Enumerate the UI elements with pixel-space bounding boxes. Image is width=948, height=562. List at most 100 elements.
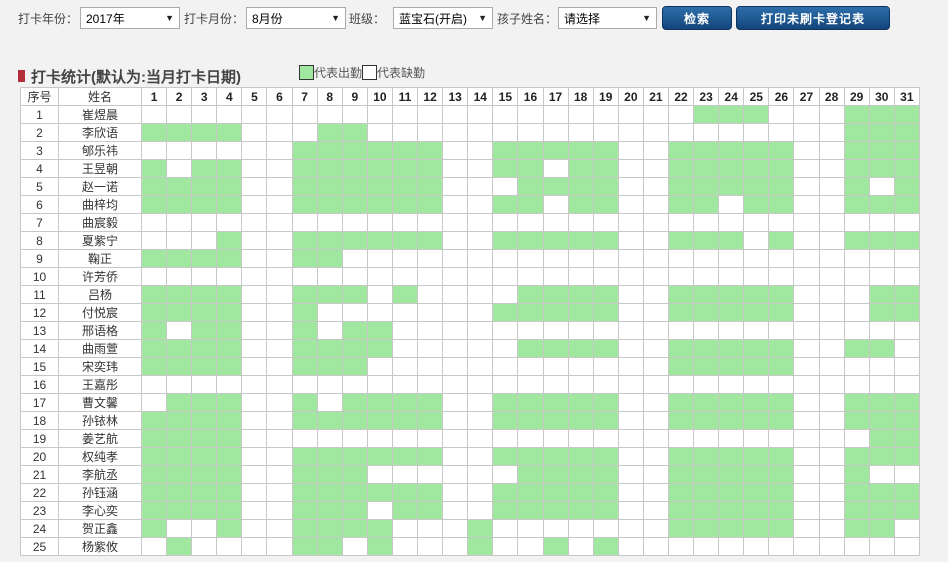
attendance-cell-absent bbox=[617, 357, 644, 376]
attendance-cell-present bbox=[592, 393, 619, 412]
attendance-cell-absent bbox=[241, 123, 268, 142]
attendance-cell-absent bbox=[793, 267, 820, 286]
attendance-cell-present bbox=[542, 465, 569, 484]
attendance-cell-absent bbox=[191, 231, 218, 250]
attendance-cell-present bbox=[868, 519, 895, 538]
attendance-cell-present bbox=[592, 447, 619, 466]
attendance-cell-absent bbox=[818, 375, 845, 394]
student-name: 吕杨 bbox=[58, 285, 142, 304]
attendance-cell-present bbox=[492, 303, 519, 322]
attendance-cell-absent bbox=[718, 267, 745, 286]
attendance-cell-present bbox=[216, 123, 243, 142]
attendance-cell-absent bbox=[743, 231, 770, 250]
month-select[interactable]: 8月份 ▼ bbox=[246, 7, 346, 29]
table-row: 19 姜艺航 bbox=[20, 429, 920, 448]
row-seq: 12 bbox=[20, 303, 59, 322]
student-name: 曲宸毅 bbox=[58, 213, 142, 232]
attendance-cell-absent bbox=[793, 321, 820, 340]
attendance-cell-present bbox=[667, 159, 695, 178]
attendance-cell-present bbox=[517, 285, 544, 304]
attendance-cell-present bbox=[718, 177, 745, 196]
attendance-cell-absent bbox=[241, 339, 268, 358]
attendance-cell-present bbox=[216, 411, 243, 430]
attendance-cell-present bbox=[768, 303, 795, 322]
attendance-cell-present bbox=[316, 285, 343, 304]
attendance-cell-absent bbox=[391, 465, 419, 484]
attendance-cell-present bbox=[166, 123, 193, 142]
year-select[interactable]: 2017年 ▼ bbox=[80, 7, 180, 29]
attendance-cell-present bbox=[893, 285, 920, 304]
attendance-cell-present bbox=[893, 411, 920, 430]
attendance-cell-present bbox=[417, 411, 444, 430]
attendance-cell-absent bbox=[542, 357, 569, 376]
attendance-cell-absent bbox=[391, 321, 419, 340]
attendance-cell-present bbox=[316, 519, 343, 538]
attendance-cell-present bbox=[768, 501, 795, 520]
attendance-cell-absent bbox=[216, 537, 243, 556]
table-row: 8 夏紫宁 bbox=[20, 231, 920, 250]
attendance-cell-present bbox=[843, 393, 870, 412]
attendance-cell-absent bbox=[241, 357, 268, 376]
chevron-down-icon: ▼ bbox=[165, 13, 174, 23]
table-row: 3 郇乐祎 bbox=[20, 141, 920, 160]
attendance-cell-absent bbox=[517, 537, 544, 556]
attendance-cell-absent bbox=[166, 375, 193, 394]
attendance-cell-absent bbox=[818, 393, 845, 412]
attendance-cell-absent bbox=[467, 231, 494, 250]
attendance-cell-absent bbox=[316, 375, 343, 394]
attendance-cell-present bbox=[291, 339, 318, 358]
attendance-cell-present bbox=[216, 231, 243, 250]
attendance-cell-present bbox=[718, 357, 745, 376]
class-select[interactable]: 蓝宝石(开启) ▼ bbox=[393, 7, 493, 29]
attendance-cell-absent bbox=[517, 519, 544, 538]
table-header-row: 序号 姓名 1 2 3 4 5 6 7 8 9 10 11 12 13 14 15 16 17 18 19 20 21 2… bbox=[20, 87, 920, 106]
attendance-cell-present bbox=[492, 141, 519, 160]
attendance-cell-present bbox=[693, 447, 720, 466]
attendance-cell-absent bbox=[542, 519, 569, 538]
attendance-cell-present bbox=[743, 159, 770, 178]
attendance-cell-absent bbox=[467, 213, 494, 232]
attendance-cell-present bbox=[341, 483, 368, 502]
attendance-cell-absent bbox=[818, 123, 845, 142]
attendance-cell-present bbox=[667, 231, 695, 250]
child-name-select[interactable]: 请选择 ▼ bbox=[558, 7, 657, 29]
attendance-cell-absent bbox=[442, 411, 469, 430]
attendance-cell-absent bbox=[642, 447, 669, 466]
attendance-cell-absent bbox=[617, 339, 644, 358]
attendance-cell-present bbox=[693, 519, 720, 538]
attendance-cell-absent bbox=[793, 429, 820, 448]
attendance-cell-absent bbox=[266, 303, 293, 322]
attendance-cell-absent bbox=[768, 213, 795, 232]
attendance-cell-absent bbox=[266, 411, 293, 430]
attendance-cell-absent bbox=[718, 249, 745, 268]
attendance-cell-absent bbox=[768, 267, 795, 286]
student-name: 崔煜晨 bbox=[58, 105, 142, 124]
year-label: 打卡年份： bbox=[18, 11, 79, 26]
row-seq: 17 bbox=[20, 393, 59, 412]
student-name: 李欣语 bbox=[58, 123, 142, 142]
table-row: 4 王昱朝 bbox=[20, 159, 920, 178]
print-unswiped-register-button[interactable]: 打印未刷卡登记表 bbox=[736, 6, 890, 30]
attendance-cell-present bbox=[291, 285, 318, 304]
attendance-cell-absent bbox=[492, 375, 519, 394]
legend-absent-label: 代表缺勤 bbox=[377, 66, 426, 80]
year-select-value: 2017年 bbox=[86, 11, 125, 26]
attendance-cell-absent bbox=[266, 483, 293, 502]
attendance-cell-present bbox=[693, 501, 720, 520]
attendance-cell-absent bbox=[868, 213, 895, 232]
attendance-cell-absent bbox=[266, 159, 293, 178]
attendance-cell-absent bbox=[467, 447, 494, 466]
attendance-cell-absent bbox=[868, 537, 895, 556]
attendance-cell-present bbox=[316, 357, 343, 376]
attendance-cell-present bbox=[341, 321, 368, 340]
attendance-cell-absent bbox=[693, 267, 720, 286]
attendance-cell-present bbox=[843, 177, 870, 196]
attendance-cell-absent bbox=[642, 339, 669, 358]
search-button[interactable]: 检索 bbox=[662, 6, 732, 30]
attendance-cell-present bbox=[592, 537, 619, 556]
attendance-cell-present bbox=[843, 411, 870, 430]
attendance-cell-absent bbox=[417, 357, 444, 376]
attendance-cell-absent bbox=[617, 141, 644, 160]
attendance-cell-present bbox=[843, 483, 870, 502]
attendance-cell-absent bbox=[517, 375, 544, 394]
